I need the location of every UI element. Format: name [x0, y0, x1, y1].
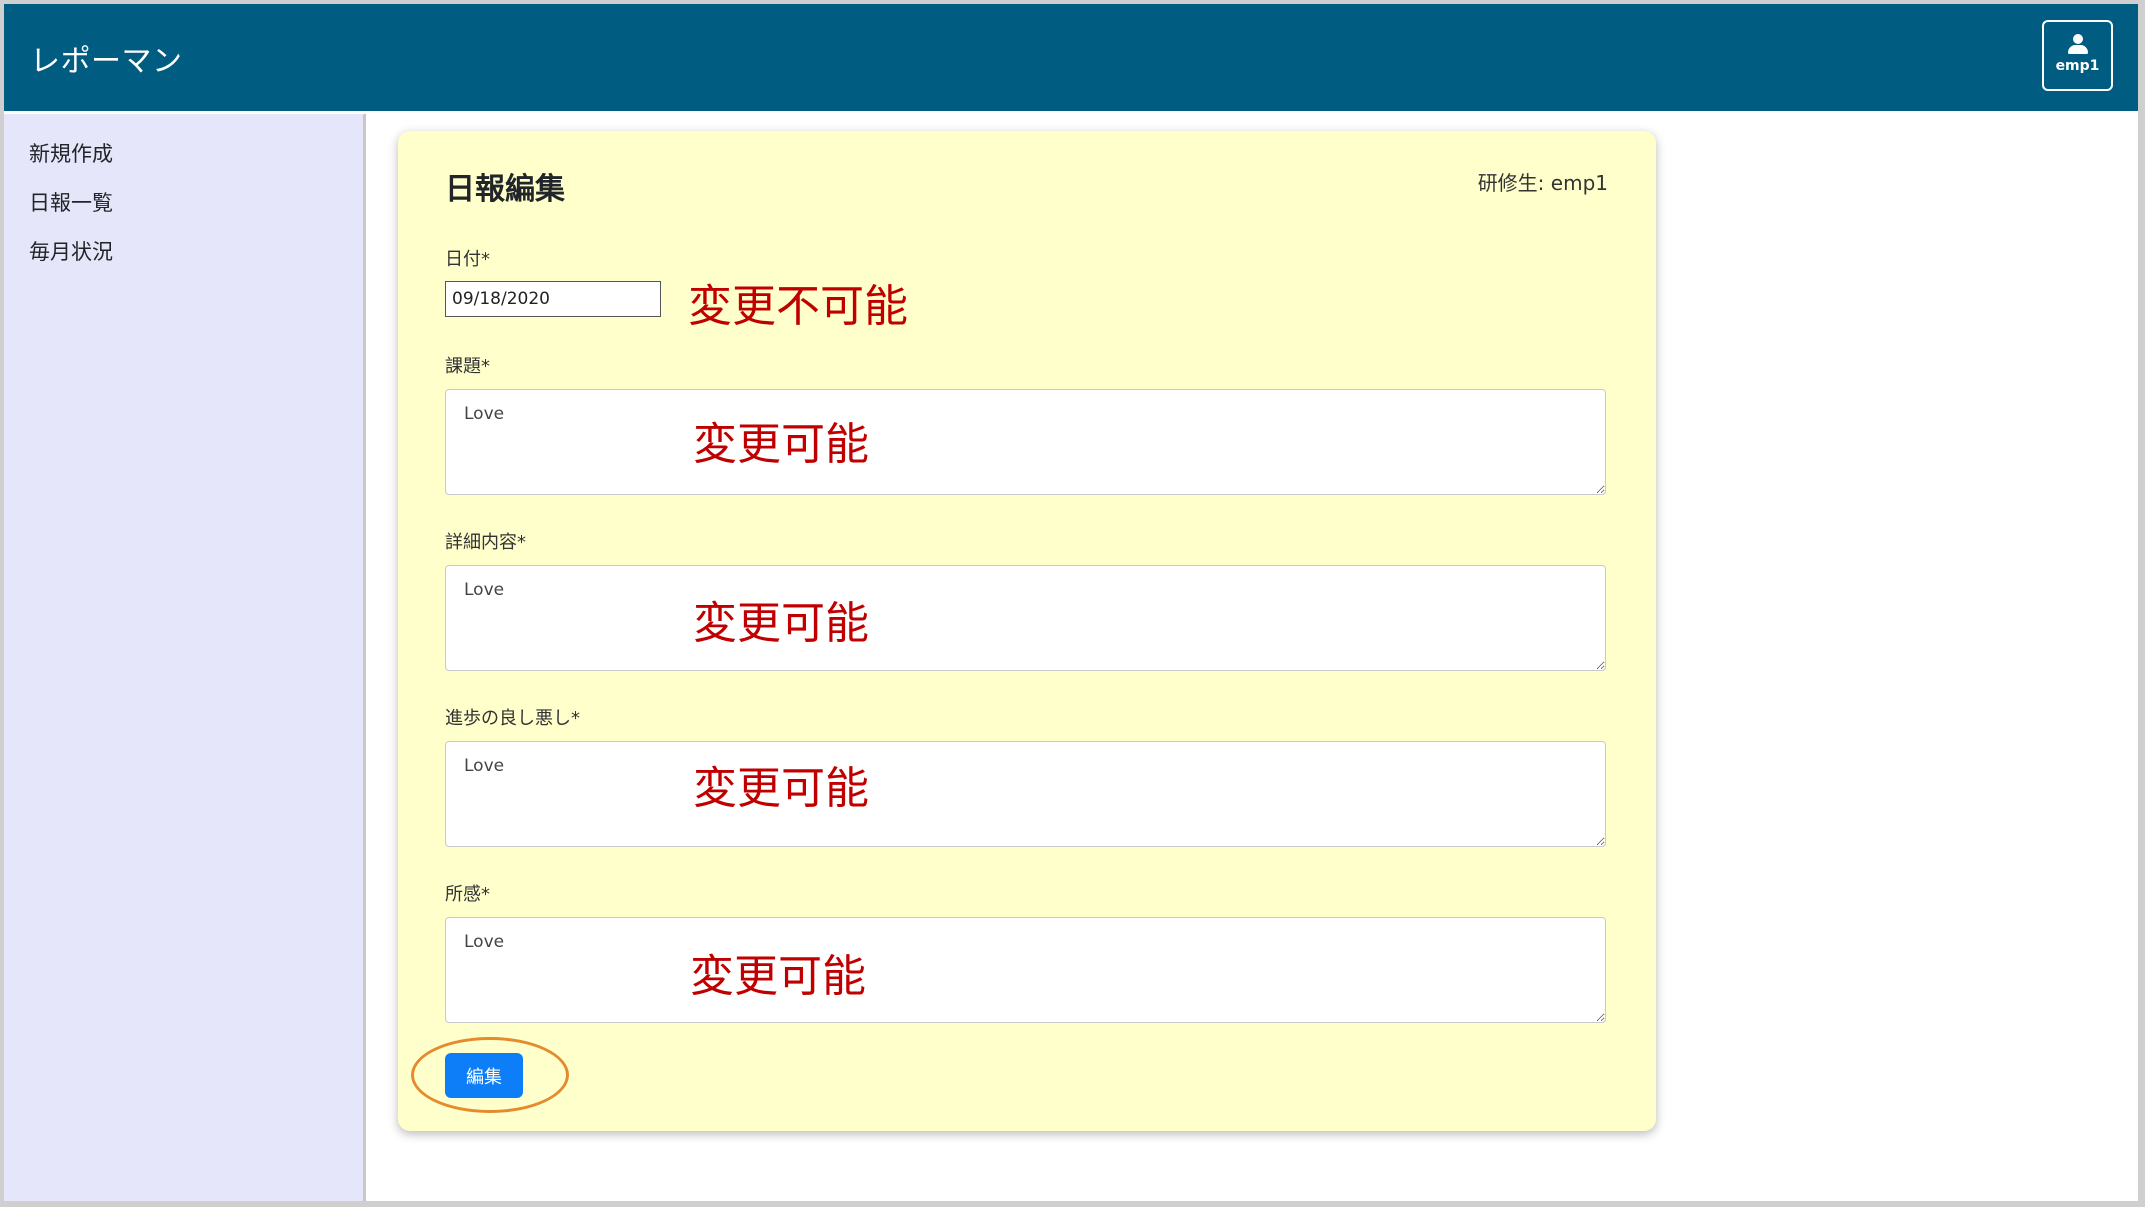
details-annotation: 変更可能: [693, 598, 869, 649]
top-navbar: レポーマン emp1: [4, 4, 2138, 111]
user-icon: [2067, 34, 2088, 56]
sidebar-item-monthly-status[interactable]: 毎月状況: [29, 236, 113, 266]
date-field[interactable]: [445, 281, 661, 317]
date-label: 日付*: [445, 249, 490, 270]
progress-label: 進歩の良し悪し*: [445, 708, 580, 729]
app-window: レポーマン emp1 新規作成 日報一覧 毎月状況 日報編集 研修生: emp1…: [4, 4, 2138, 1201]
sidebar: 新規作成 日報一覧 毎月状況: [4, 114, 366, 1201]
task-label: 課題*: [445, 356, 490, 377]
report-edit-card: 日報編集 研修生: emp1 日付* 変更不可能 課題* Love 変更可能 詳…: [398, 131, 1656, 1131]
progress-textarea[interactable]: Love: [445, 741, 1606, 847]
details-textarea[interactable]: Love: [445, 565, 1606, 671]
user-menu-button[interactable]: emp1: [2042, 20, 2113, 91]
task-textarea[interactable]: Love: [445, 389, 1606, 495]
trainee-label: 研修生: emp1: [1477, 171, 1608, 195]
impression-label: 所感*: [445, 884, 490, 905]
page-title: 日報編集: [445, 172, 565, 207]
brand-logo[interactable]: レポーマン: [30, 36, 183, 80]
user-name: emp1: [2055, 58, 2100, 74]
progress-annotation: 変更可能: [693, 763, 869, 814]
impression-textarea[interactable]: Love: [445, 917, 1606, 1023]
edit-submit-button[interactable]: 編集: [445, 1053, 523, 1098]
details-label: 詳細内容*: [445, 532, 526, 553]
task-annotation: 変更可能: [693, 419, 869, 470]
date-annotation: 変更不可能: [688, 281, 908, 332]
impression-annotation: 変更可能: [690, 951, 866, 1002]
sidebar-item-new[interactable]: 新規作成: [29, 138, 113, 168]
sidebar-item-report-list[interactable]: 日報一覧: [29, 187, 113, 217]
